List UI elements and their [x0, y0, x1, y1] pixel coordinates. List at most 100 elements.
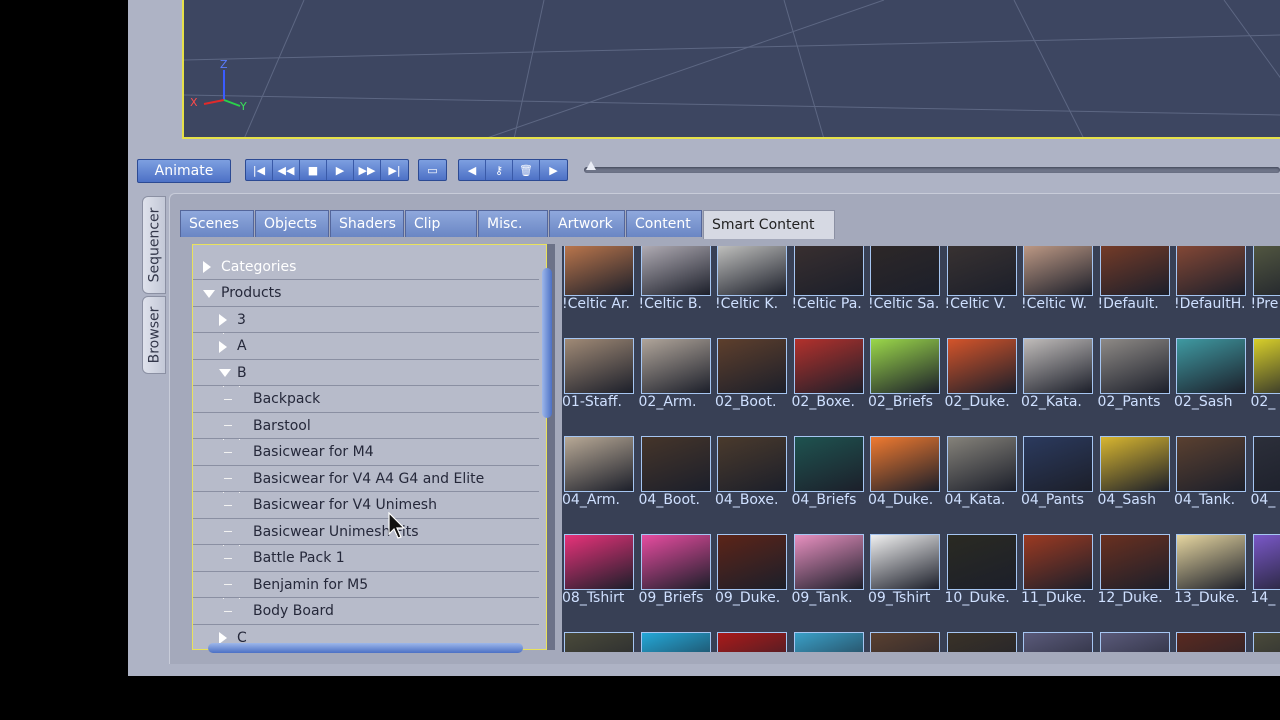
tree-row[interactable]: Basicwear for M4	[193, 439, 539, 466]
tab-artwork[interactable]: Artwork	[549, 210, 625, 237]
expand-right-icon[interactable]	[203, 261, 211, 273]
tree-row[interactable]: Products	[193, 280, 539, 307]
content-item[interactable]: 12_Duke.	[1098, 532, 1172, 628]
prev-key-icon[interactable]: ◀	[459, 160, 486, 180]
side-tab-browser[interactable]: Browser	[142, 296, 166, 374]
tree-row[interactable]: Battle Pack 1	[193, 545, 539, 572]
content-item[interactable]	[792, 630, 866, 652]
content-item[interactable]	[1021, 630, 1095, 652]
content-item[interactable]: 09_Tshirt	[868, 532, 942, 628]
tree-row[interactable]: 3	[193, 307, 539, 333]
content-item[interactable]: !Pre	[1251, 246, 1280, 334]
content-item[interactable]: 02_Boxe.	[792, 336, 866, 432]
content-item[interactable]: !Celtic B.	[639, 246, 713, 334]
last-frame-icon[interactable]: ▶|	[381, 160, 408, 180]
tree-horizontal-scroll-thumb[interactable]	[208, 643, 523, 653]
tab-misc[interactable]: Misc.	[478, 210, 548, 237]
content-item[interactable]	[1174, 630, 1248, 652]
tab-shaders[interactable]: Shaders	[330, 210, 404, 237]
content-item[interactable]: !Celtic Pa.	[792, 246, 866, 334]
loop-icon[interactable]: ▭	[419, 160, 446, 180]
content-item[interactable]	[945, 630, 1019, 652]
content-item[interactable]: 04_Duke.	[868, 434, 942, 530]
tab-scenes[interactable]: Scenes	[180, 210, 254, 237]
tree-row[interactable]: Backpack	[193, 386, 539, 413]
expand-down-icon[interactable]	[203, 289, 215, 298]
tree-row[interactable]: Benjamin for M5	[193, 572, 539, 598]
tree-row[interactable]: Basicwear for V4 Unimesh	[193, 492, 539, 519]
fast-forward-icon[interactable]: ▶▶	[354, 160, 381, 180]
tree-row[interactable]: Barstool	[193, 413, 539, 439]
content-item[interactable]: 13_Duke.	[1174, 532, 1248, 628]
content-item[interactable]: !Default.	[1098, 246, 1172, 334]
rewind-icon[interactable]: ◀◀	[273, 160, 300, 180]
tree-row[interactable]: Body Board	[193, 598, 539, 625]
content-item[interactable]: 10_Duke.	[945, 532, 1019, 628]
next-key-icon[interactable]: ▶	[540, 160, 567, 180]
category-tree[interactable]: Categories Products 3 A B Backpack Barstool Bas…	[192, 244, 547, 650]
content-item[interactable]	[715, 630, 789, 652]
content-item[interactable]	[1251, 630, 1280, 652]
content-item[interactable]	[562, 630, 636, 652]
content-item[interactable]: 02_	[1251, 336, 1280, 432]
key-icon[interactable]: ⚷	[486, 160, 513, 180]
tab-clip[interactable]: Clip	[405, 210, 477, 237]
content-item[interactable]: 04_Tank.	[1174, 434, 1248, 530]
delete-key-icon[interactable]: 🗑	[513, 160, 540, 180]
content-item[interactable]: !Celtic V.	[945, 246, 1019, 334]
content-item[interactable]: 04_Boot.	[639, 434, 713, 530]
side-tab-sequencer[interactable]: Sequencer	[142, 196, 166, 294]
content-item[interactable]: 02_Pants	[1098, 336, 1172, 432]
tree-row[interactable]: Basicwear for V4 A4 G4 and Elite	[193, 466, 539, 492]
play-icon[interactable]: ▶	[327, 160, 354, 180]
content-item[interactable]: !Celtic Ar.	[562, 246, 636, 334]
content-item[interactable]: 04_Kata.	[945, 434, 1019, 530]
content-item[interactable]: 04_Sash	[1098, 434, 1172, 530]
content-item[interactable]: 11_Duke.	[1021, 532, 1095, 628]
content-item[interactable]: 02_Boot.	[715, 336, 789, 432]
tree-vertical-scroll-thumb[interactable]	[542, 268, 552, 418]
tree-row[interactable]: Categories	[193, 254, 539, 280]
content-item[interactable]: 09_Briefs	[639, 532, 713, 628]
content-item[interactable]: !Celtic K.	[715, 246, 789, 334]
tab-content[interactable]: Content	[626, 210, 702, 237]
animate-button[interactable]: Animate	[137, 159, 231, 183]
tree-row[interactable]: Basicwear Unimesh Fits	[193, 519, 539, 545]
content-item[interactable]	[868, 630, 942, 652]
3d-viewport[interactable]: Z X Y	[182, 0, 1280, 139]
tab-smart-content[interactable]: Smart Content	[703, 210, 835, 239]
content-item[interactable]: 02_Arm.	[639, 336, 713, 432]
content-item[interactable]: 04_Boxe.	[715, 434, 789, 530]
content-item[interactable]: !Celtic Sa.	[868, 246, 942, 334]
timeline-slider-handle[interactable]	[586, 161, 596, 170]
content-item[interactable]	[639, 630, 713, 652]
content-thumbnail	[1023, 246, 1093, 296]
content-item[interactable]: !DefaultH.	[1174, 246, 1248, 334]
tab-objects[interactable]: Objects	[255, 210, 329, 237]
content-item[interactable]: 09_Duke.	[715, 532, 789, 628]
expand-right-icon[interactable]	[219, 314, 227, 326]
expand-down-icon[interactable]	[219, 369, 231, 377]
content-item[interactable]: 09_Tank.	[792, 532, 866, 628]
content-item[interactable]	[1098, 630, 1172, 652]
content-item[interactable]: 02_Sash	[1174, 336, 1248, 432]
expand-right-icon[interactable]	[219, 340, 227, 353]
content-item[interactable]: 04_Arm.	[562, 434, 636, 530]
content-item[interactable]: 02_Duke.	[945, 336, 1019, 432]
content-item[interactable]: 04_Pants	[1021, 434, 1095, 530]
stop-icon[interactable]: ■	[300, 160, 327, 180]
content-item[interactable]: 02_Briefs	[868, 336, 942, 432]
timeline-slider[interactable]	[584, 167, 1280, 173]
loop-control: ▭	[418, 159, 447, 181]
content-item[interactable]: 01-Staff.	[562, 336, 636, 432]
content-item[interactable]: 08_Tshirt	[562, 532, 636, 628]
tree-row[interactable]: B	[193, 360, 539, 386]
content-item[interactable]: 02_Kata.	[1021, 336, 1095, 432]
content-thumbnail	[1176, 534, 1246, 590]
content-item[interactable]: 14_	[1251, 532, 1280, 628]
tree-row[interactable]: A	[193, 333, 539, 360]
content-item[interactable]: !Celtic W.	[1021, 246, 1095, 334]
content-item[interactable]: 04_Briefs	[792, 434, 866, 530]
content-item[interactable]: 04_	[1251, 434, 1280, 530]
first-frame-icon[interactable]: |◀	[246, 160, 273, 180]
